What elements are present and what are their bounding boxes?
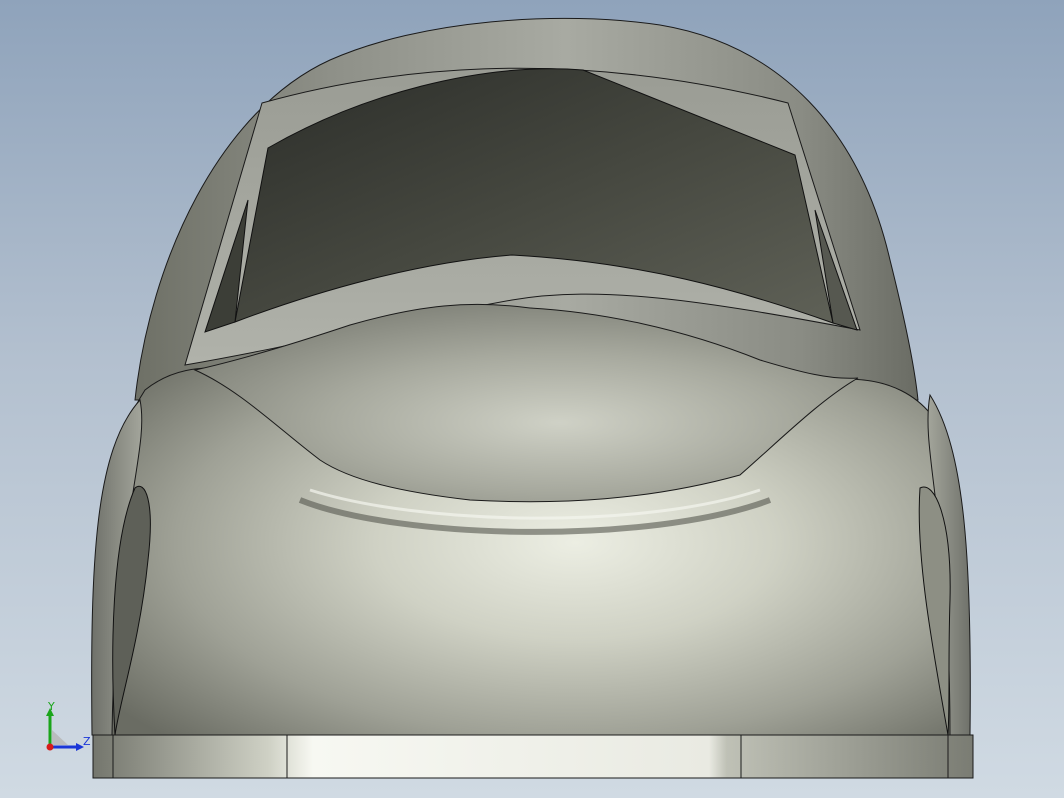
axis-z-label: Z <box>83 735 91 748</box>
car-model-canvas[interactable] <box>0 0 1064 798</box>
axis-triad[interactable]: Y Z <box>40 700 100 755</box>
bumper-base <box>92 734 974 779</box>
cad-viewport[interactable]: Y Z <box>0 0 1064 798</box>
axis-y-label: Y <box>48 700 55 713</box>
